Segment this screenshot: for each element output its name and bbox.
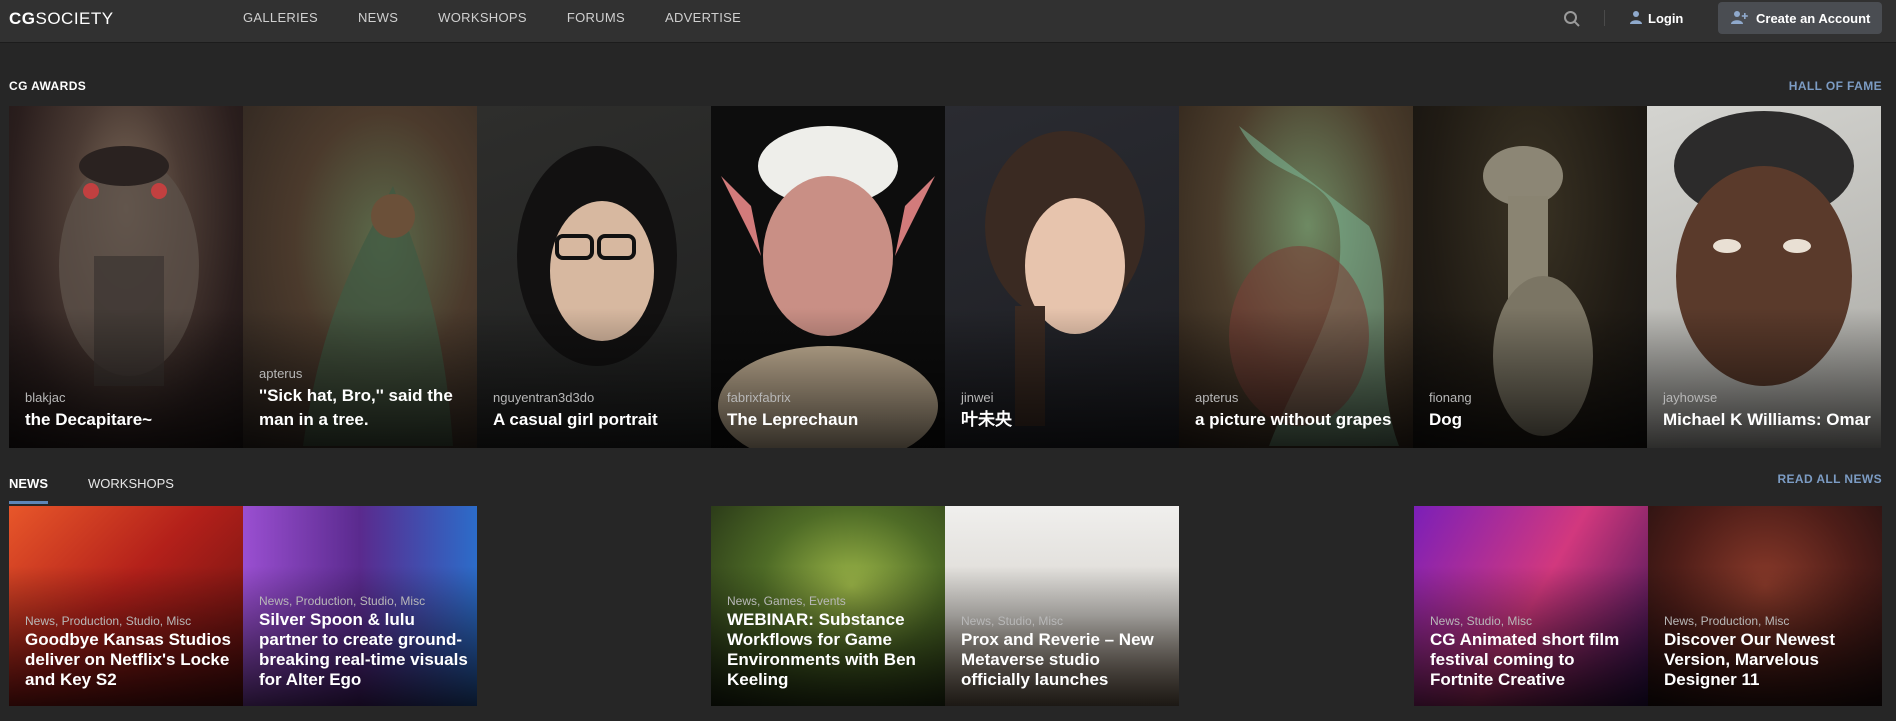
tile-caption: blakjac the Decapitare~ bbox=[25, 390, 233, 432]
artist-name[interactable]: blakjac bbox=[25, 390, 233, 405]
news-card[interactable]: News, Studio, Misc Prox and Reverie – Ne… bbox=[945, 506, 1179, 706]
tile-caption: apterus a picture without grapes bbox=[1195, 390, 1403, 432]
tile-caption: jinwei 叶未央 bbox=[961, 390, 1169, 432]
news-tabs: NEWS WORKSHOPS bbox=[9, 475, 174, 505]
news-caption: News, Games, Events WEBINAR: Substance W… bbox=[727, 594, 937, 690]
news-caption: News, Production, Studio, Misc Goodbye K… bbox=[25, 614, 235, 690]
nav-forums[interactable]: FORUMS bbox=[567, 0, 625, 36]
award-tile[interactable]: fabrixfabrix The Leprechaun bbox=[711, 106, 945, 448]
login-button[interactable]: Login bbox=[1630, 8, 1683, 28]
add-user-icon bbox=[1730, 10, 1748, 27]
artist-name[interactable]: jayhowse bbox=[1663, 390, 1871, 405]
nav-galleries[interactable]: GALLERIES bbox=[243, 0, 318, 36]
news-caption: News, Studio, Misc Prox and Reverie – Ne… bbox=[961, 614, 1171, 690]
news-categories: News, Production, Misc bbox=[1664, 614, 1790, 628]
hall-of-fame-link[interactable]: HALL OF FAME bbox=[1789, 79, 1882, 93]
tile-caption: nguyentran3d3do A casual girl portrait bbox=[493, 390, 701, 432]
artwork-title[interactable]: Michael K Williams: Omar bbox=[1663, 408, 1871, 432]
tile-caption: fionang Dog bbox=[1429, 390, 1637, 432]
artwork-title[interactable]: a picture without grapes bbox=[1195, 408, 1403, 432]
news-caption: News, Studio, Misc CG Animated short fil… bbox=[1430, 614, 1640, 690]
artist-name[interactable]: jinwei bbox=[961, 390, 1169, 405]
nav-advertise[interactable]: ADVERTISE bbox=[665, 0, 741, 36]
artwork-title[interactable]: The Leprechaun bbox=[727, 408, 935, 432]
main-nav: GALLERIES NEWS WORKSHOPS FORUMS ADVERTIS… bbox=[243, 0, 781, 36]
login-label: Login bbox=[1648, 10, 1684, 26]
artwork-title[interactable]: Dog bbox=[1429, 408, 1637, 432]
news-card[interactable]: News, Games, Events WEBINAR: Substance W… bbox=[711, 506, 945, 706]
artwork-title[interactable]: ''Sick hat, Bro,'' said the man in a tre… bbox=[259, 384, 467, 432]
artwork-title[interactable]: 叶未央 bbox=[961, 408, 1169, 432]
artist-name[interactable]: fionang bbox=[1429, 390, 1637, 405]
news-card[interactable]: News, Production, Misc Discover Our Newe… bbox=[1648, 506, 1882, 706]
artist-name[interactable]: apterus bbox=[259, 366, 467, 381]
news-categories: News, Production, Studio, Misc bbox=[25, 614, 192, 628]
user-icon bbox=[1630, 10, 1642, 27]
news-categories: News, Production, Studio, Misc bbox=[259, 594, 426, 608]
artist-name[interactable]: fabrixfabrix bbox=[727, 390, 935, 405]
news-title[interactable]: Silver Spoon & lulu partner to create gr… bbox=[259, 610, 469, 690]
tab-workshops[interactable]: WORKSHOPS bbox=[88, 475, 174, 505]
tab-news[interactable]: NEWS bbox=[9, 475, 48, 505]
search-icon[interactable] bbox=[1562, 9, 1582, 29]
news-categories: News, Games, Events bbox=[727, 594, 846, 608]
news-title[interactable]: WEBINAR: Substance Workflows for Game En… bbox=[727, 610, 937, 690]
cgsociety-logo[interactable]: CGSOCIETY bbox=[9, 9, 114, 29]
award-tile[interactable]: jayhowse Michael K Williams: Omar bbox=[1647, 106, 1881, 448]
artwork-title[interactable]: A casual girl portrait bbox=[493, 408, 701, 432]
award-tile[interactable]: fionang Dog bbox=[1413, 106, 1647, 448]
nav-workshops[interactable]: WORKSHOPS bbox=[438, 0, 527, 36]
awards-gallery: blakjac the Decapitare~ apterus ''Sick h… bbox=[9, 106, 1882, 448]
artwork-title[interactable]: the Decapitare~ bbox=[25, 408, 233, 432]
cg-awards-heading: CG AWARDS bbox=[9, 79, 87, 93]
tile-caption: jayhowse Michael K Williams: Omar bbox=[1663, 390, 1871, 432]
top-navigation: CGSOCIETY GALLERIES NEWS WORKSHOPS FORUM… bbox=[0, 0, 1896, 43]
news-title[interactable]: Prox and Reverie – New Metaverse studio … bbox=[961, 630, 1171, 690]
artist-name[interactable]: apterus bbox=[1195, 390, 1403, 405]
award-tile[interactable]: apterus ''Sick hat, Bro,'' said the man … bbox=[243, 106, 477, 448]
news-caption: News, Production, Misc Discover Our Newe… bbox=[1664, 614, 1874, 690]
read-all-news-link[interactable]: READ ALL NEWS bbox=[1777, 472, 1882, 486]
news-card[interactable]: News, Production, Studio, Misc Silver Sp… bbox=[243, 506, 477, 706]
news-title[interactable]: Discover Our Newest Version, Marvelous D… bbox=[1664, 630, 1874, 690]
news-card[interactable]: News, Production, Studio, Misc Goodbye K… bbox=[9, 506, 243, 706]
news-categories: News, Studio, Misc bbox=[961, 614, 1064, 628]
news-title[interactable]: Goodbye Kansas Studios deliver on Netfli… bbox=[25, 630, 235, 690]
create-account-label: Create an Account bbox=[1756, 10, 1871, 26]
create-account-button[interactable]: Create an Account bbox=[1718, 2, 1882, 34]
artist-name[interactable]: nguyentran3d3do bbox=[493, 390, 701, 405]
news-card[interactable]: News, Studio, Misc CG Animated short fil… bbox=[1414, 506, 1648, 706]
tile-caption: apterus ''Sick hat, Bro,'' said the man … bbox=[259, 366, 467, 432]
news-categories: News, Studio, Misc bbox=[1430, 614, 1533, 628]
award-tile[interactable]: blakjac the Decapitare~ bbox=[9, 106, 243, 448]
award-tile[interactable]: jinwei 叶未央 bbox=[945, 106, 1179, 448]
news-caption: News, Production, Studio, Misc Silver Sp… bbox=[259, 594, 469, 690]
tile-caption: fabrixfabrix The Leprechaun bbox=[727, 390, 935, 432]
award-tile[interactable]: nguyentran3d3do A casual girl portrait bbox=[477, 106, 711, 448]
nav-news[interactable]: NEWS bbox=[358, 0, 398, 36]
news-title[interactable]: CG Animated short film festival coming t… bbox=[1430, 630, 1640, 690]
nav-divider bbox=[1604, 10, 1605, 26]
award-tile[interactable]: apterus a picture without grapes bbox=[1179, 106, 1413, 448]
